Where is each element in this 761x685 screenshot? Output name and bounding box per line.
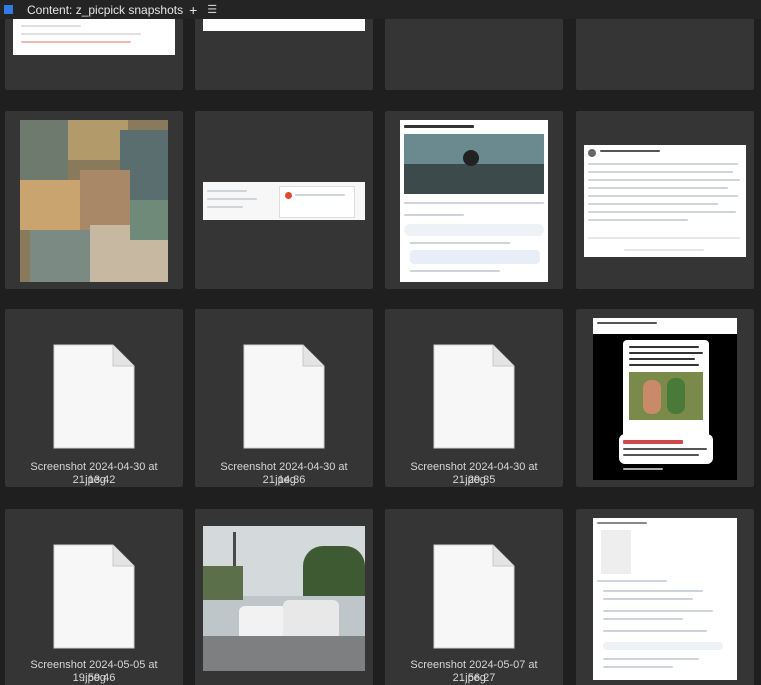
document-icon <box>243 344 325 449</box>
file-thumbnail <box>13 19 175 55</box>
content-grid: Screenshot 2024-04-30 at 21.13.42 .jpeg … <box>0 19 761 685</box>
file-tile[interactable] <box>576 309 754 487</box>
file-tile[interactable] <box>195 19 373 90</box>
file-extension: .jpeg <box>462 672 486 684</box>
plus-icon[interactable]: + <box>189 2 197 18</box>
file-tile[interactable] <box>385 19 563 90</box>
file-tile[interactable]: Screenshot 2024-04-30 at 21.14.36 .jpeg <box>195 309 373 487</box>
file-tile[interactable] <box>195 509 373 685</box>
file-tile[interactable] <box>195 111 373 289</box>
file-tile[interactable] <box>576 19 754 90</box>
app-icon <box>4 5 13 14</box>
window-title: Content: z_picpick snapshots <box>27 2 184 17</box>
file-thumbnail <box>203 19 365 31</box>
file-tile[interactable] <box>576 509 754 685</box>
file-thumbnail <box>593 518 737 680</box>
file-tile[interactable] <box>576 111 754 289</box>
file-thumbnail <box>593 318 737 480</box>
file-thumbnail <box>400 120 548 282</box>
file-extension: .jpeg <box>82 474 106 486</box>
file-thumbnail <box>20 120 168 282</box>
file-tile[interactable]: Screenshot 2024-04-30 at 21.29.35 .jpeg <box>385 309 563 487</box>
document-icon <box>433 344 515 449</box>
file-extension: .jpeg <box>82 672 106 684</box>
window-titlebar: Content: z_picpick snapshots + ☰ <box>0 0 761 19</box>
file-tile[interactable] <box>385 111 563 289</box>
menu-icon[interactable]: ☰ <box>207 3 217 16</box>
file-thumbnail <box>203 526 365 671</box>
document-icon <box>53 344 135 449</box>
document-icon <box>53 544 135 649</box>
file-tile[interactable]: Screenshot 2024-04-30 at 21.13.42 .jpeg <box>5 309 183 487</box>
file-tile[interactable]: Screenshot 2024-05-07 at 21.56.27 .jpeg <box>385 509 563 685</box>
document-icon <box>433 544 515 649</box>
file-extension: .jpeg <box>272 474 296 486</box>
file-tile[interactable]: Screenshot 2024-05-05 at 19.59.46 .jpeg <box>5 509 183 685</box>
file-thumbnail <box>584 145 746 257</box>
file-tile[interactable] <box>5 19 183 90</box>
file-extension: .jpeg <box>462 474 486 486</box>
file-thumbnail <box>203 182 365 220</box>
file-tile[interactable] <box>5 111 183 289</box>
